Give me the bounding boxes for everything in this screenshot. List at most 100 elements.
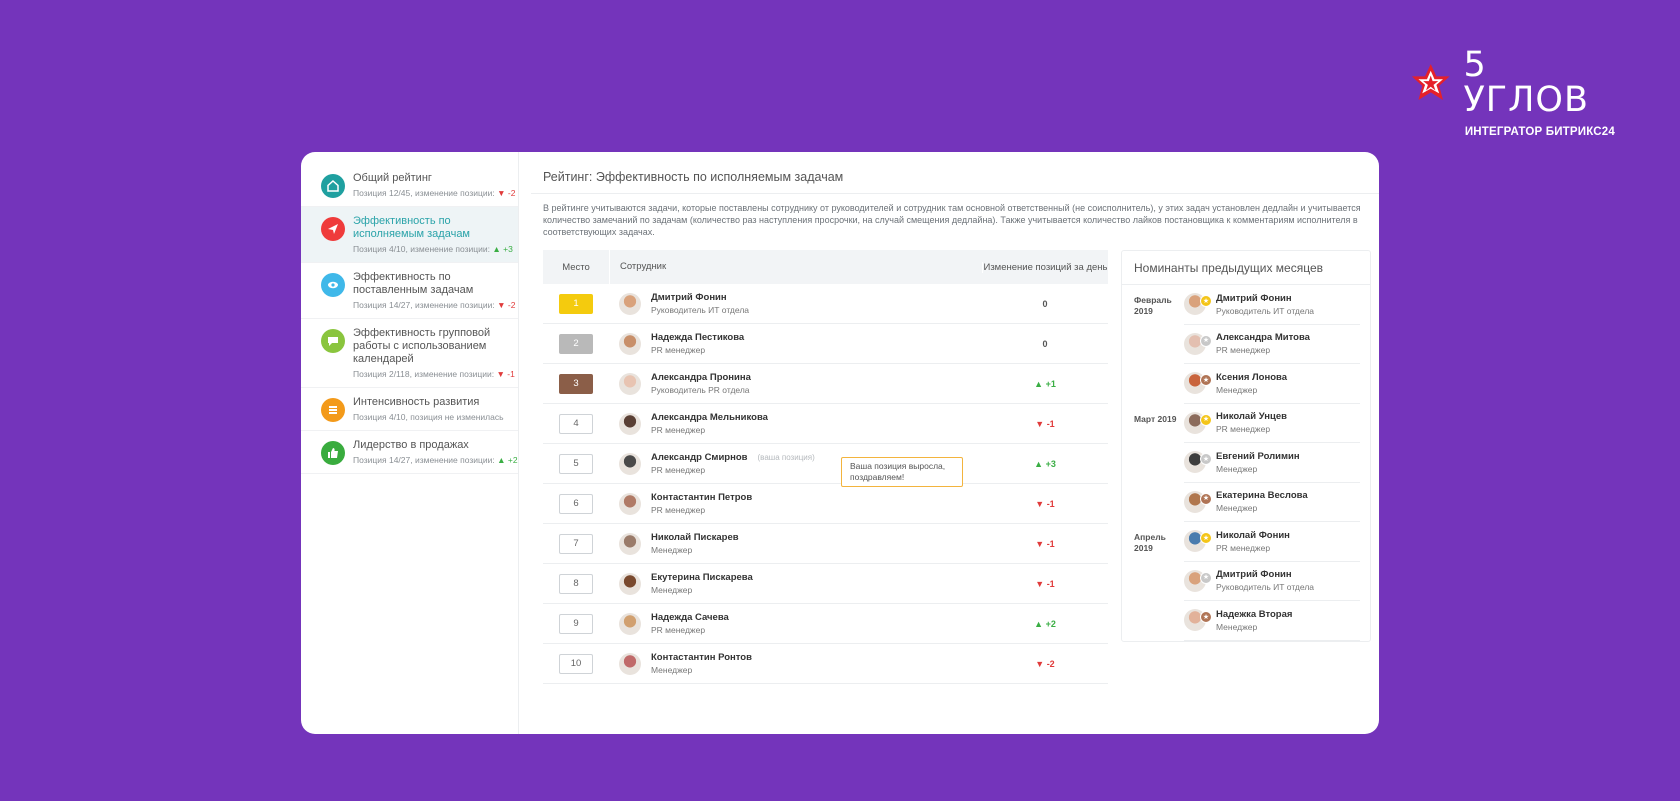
sidebar: Общий рейтинг Позиция 12/45, изменение п… <box>301 152 519 734</box>
nominee-role: PR менеджер <box>1216 345 1271 356</box>
medal-icon: ★ <box>1200 334 1212 347</box>
avatar[interactable] <box>619 492 641 515</box>
sidebar-item[interactable]: Эффективность групповой работы с использ… <box>301 319 518 388</box>
employee-name[interactable]: Дмитрий Фонин <box>651 292 727 303</box>
employee-role: PR менеджер <box>651 425 706 435</box>
send-icon <box>321 217 345 241</box>
nominee-row: Март 2019 ★ Николай Унцев PR менеджер <box>1122 404 1370 443</box>
brand: 5 УГЛОВ ИНТЕГРАТОР БИТРИКС24 <box>1410 48 1615 138</box>
position-change: ▲ +2 <box>497 455 518 465</box>
employee-role: PR менеджер <box>651 505 706 515</box>
place-badge: 8 <box>559 573 593 594</box>
nominee-name[interactable]: Екатерина Веслова <box>1216 490 1308 501</box>
brand-name: 5 УГЛОВ <box>1463 45 1589 120</box>
employee-name[interactable]: Надежда Пестикова <box>651 332 744 343</box>
sidebar-item-label: Эффективность групповой работы с использ… <box>353 327 491 365</box>
medal-icon: ★ <box>1200 295 1212 308</box>
nominee-row: ★ Надежка Вторая Менеджер <box>1122 601 1370 641</box>
table-row: 7 Николай Пискарев Менеджер ▼ -1 <box>543 524 1108 564</box>
sidebar-item[interactable]: Интенсивность развития Позиция 4/10, поз… <box>301 388 518 431</box>
employee-name[interactable]: Александр Смирнов <box>651 452 748 463</box>
avatar[interactable] <box>619 412 641 435</box>
place-badge: 5 <box>559 453 593 474</box>
chat-icon <box>321 329 345 353</box>
table-row: 5 Александр Смирнов (ваша позиция) PR мен… <box>543 444 1108 487</box>
sidebar-item-position: Позиция 2/118, изменение позиции: ▼ -1 <box>353 369 515 379</box>
table-row: 3 Александра Пронина Руководитель PR отд… <box>543 364 1108 404</box>
employee-name[interactable]: Александра Мельникова <box>651 412 768 423</box>
nominee-role: Руководитель ИТ отдела <box>1216 305 1315 316</box>
position-change: ▲ +2 <box>1034 618 1056 629</box>
place-badge: 6 <box>559 493 593 514</box>
position-change: ▼ -1 <box>1035 498 1055 509</box>
rating-table: Место Сотрудник Изменение позиций за ден… <box>543 250 1108 684</box>
avatar[interactable] <box>619 292 641 315</box>
medal-icon: ★ <box>1200 492 1212 505</box>
avatar[interactable] <box>619 652 641 675</box>
position-change: ▼ -1 <box>1035 418 1055 429</box>
avatar[interactable] <box>619 532 641 555</box>
nominee-name[interactable]: Надежка Вторая <box>1216 609 1292 620</box>
table-row: 6 Контастантин Петров PR менеджер ▼ -1 <box>543 484 1108 524</box>
avatar[interactable] <box>619 452 641 475</box>
position-change: ▼ -2 <box>497 188 516 198</box>
rating-table-header: Место Сотрудник Изменение позиций за ден… <box>543 250 1108 284</box>
list-icon <box>321 398 345 422</box>
sidebar-item[interactable]: Общий рейтинг Позиция 12/45, изменение п… <box>301 164 518 207</box>
medal-icon: ★ <box>1200 532 1212 545</box>
employee-name[interactable]: Николай Пискарев <box>651 532 739 543</box>
avatar[interactable] <box>619 612 641 635</box>
nominee-month <box>1122 562 1184 572</box>
sidebar-item-position: Позиция 14/27, изменение позиции: ▲ +2 <box>353 455 518 465</box>
nominee-name[interactable]: Дмитрий Фонин <box>1216 569 1314 580</box>
employee-role: Менеджер <box>651 585 693 595</box>
sidebar-item-label: Интенсивность развития <box>353 396 480 408</box>
page-description: В рейтинге учитываются задачи, которые п… <box>543 203 1361 237</box>
nominees-title: Номинанты предыдущих месяцев <box>1122 251 1370 285</box>
employee-name[interactable]: Контастантин Петров <box>651 492 752 503</box>
star-logo-icon <box>1411 64 1450 100</box>
place-badge: 3 <box>559 373 593 394</box>
nominee-role: PR менеджер <box>1216 424 1271 435</box>
nominee-month <box>1122 483 1184 493</box>
sidebar-item[interactable]: Лидерство в продажах Позиция 14/27, изме… <box>301 431 518 474</box>
nominee-row: ★ Дмитрий Фонин Руководитель ИТ отдела <box>1122 562 1370 601</box>
brand-subtitle: ИНТЕГРАТОР БИТРИКС24 <box>1464 126 1615 138</box>
sidebar-item-position: Позиция 4/10, изменение позиции: ▲ +3 <box>353 244 513 254</box>
avatar[interactable] <box>619 332 641 355</box>
sidebar-item[interactable]: Эффективность по исполняемым задачам Поз… <box>301 207 518 263</box>
avatar[interactable] <box>619 572 641 595</box>
employee-name[interactable]: Контастантин Ронтов <box>651 652 752 663</box>
medal-icon: ★ <box>1200 571 1212 584</box>
nominee-name[interactable]: Николай Унцев <box>1216 411 1287 422</box>
employee-role: Менеджер <box>651 545 693 555</box>
position-change: ▼ -2 <box>1035 658 1055 669</box>
avatar[interactable] <box>619 372 641 395</box>
position-change: ▼ -1 <box>1035 578 1055 589</box>
nominee-month: Апрель 2019 <box>1134 532 1166 553</box>
sidebar-item-position: Позиция 14/27, изменение позиции: ▼ -2 <box>353 300 516 310</box>
employee-role: PR менеджер <box>651 625 706 635</box>
nominee-name[interactable]: Дмитрий Фонин <box>1216 293 1314 304</box>
main-panel: Рейтинг: Эффективность по исполняемым за… <box>531 152 1379 734</box>
employee-name[interactable]: Надежда Сачева <box>651 612 729 623</box>
nominee-name[interactable]: Евгений Ролимин <box>1216 451 1300 462</box>
medal-icon: ★ <box>1200 453 1212 466</box>
medal-icon: ★ <box>1200 413 1212 426</box>
nominee-role: Менеджер <box>1216 621 1258 632</box>
nominee-month <box>1122 443 1184 453</box>
nominee-name[interactable]: Александра Митова <box>1216 332 1310 343</box>
sidebar-item[interactable]: Эффективность по поставленным задачам По… <box>301 263 518 319</box>
nominee-role: Руководитель ИТ отдела <box>1216 582 1315 593</box>
table-row: 1 Дмитрий Фонин Руководитель ИТ отдела 0 <box>543 284 1108 324</box>
nominee-role: Менеджер <box>1216 384 1258 395</box>
nominee-name[interactable]: Ксения Лонова <box>1216 372 1287 383</box>
position-change: ▼ -1 <box>496 369 515 379</box>
position-change: ▲ +3 <box>1034 458 1056 469</box>
place-badge: 4 <box>559 413 593 434</box>
nominee-name[interactable]: Николай Фонин <box>1216 530 1290 541</box>
medal-icon: ★ <box>1200 374 1212 387</box>
employee-name[interactable]: Александра Пронина <box>651 372 751 383</box>
employee-role: Руководитель ИТ отдела <box>651 305 750 315</box>
employee-name[interactable]: Екутерина Пискарева <box>651 572 753 583</box>
